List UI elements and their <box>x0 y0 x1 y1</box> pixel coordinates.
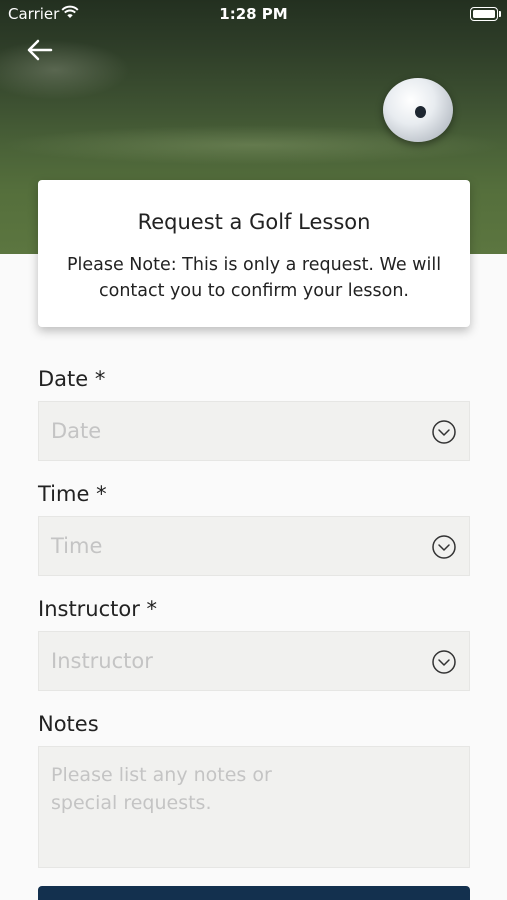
info-card: Request a Golf Lesson Please Note: This … <box>38 180 470 327</box>
chevron-down-circle-icon <box>432 535 456 559</box>
time-select[interactable]: Time <box>38 516 470 576</box>
date-select[interactable]: Date <box>38 401 470 461</box>
instructor-select[interactable]: Instructor <box>38 631 470 691</box>
instructor-placeholder: Instructor <box>51 649 153 673</box>
chevron-down-circle-icon <box>432 420 456 444</box>
golf-ball-mark <box>415 106 426 118</box>
time-placeholder: Time <box>51 534 103 558</box>
time-label: Time * <box>38 482 107 506</box>
card-title: Request a Golf Lesson <box>137 210 371 234</box>
submit-button[interactable] <box>38 886 470 900</box>
notes-label: Notes <box>38 712 99 736</box>
chevron-down-circle-icon <box>432 650 456 674</box>
date-label: Date * <box>38 367 106 391</box>
status-bar: Carrier 1:28 PM <box>0 0 507 28</box>
clock: 1:28 PM <box>219 5 288 23</box>
back-button[interactable] <box>20 34 60 68</box>
arrow-left-icon <box>27 39 53 61</box>
notes-textarea[interactable] <box>38 746 470 868</box>
battery-icon <box>470 7 498 21</box>
date-placeholder: Date <box>51 419 102 443</box>
instructor-label: Instructor * <box>38 597 158 621</box>
card-note: Please Note: This is only a request. We … <box>66 255 442 301</box>
battery-tip <box>499 11 501 17</box>
